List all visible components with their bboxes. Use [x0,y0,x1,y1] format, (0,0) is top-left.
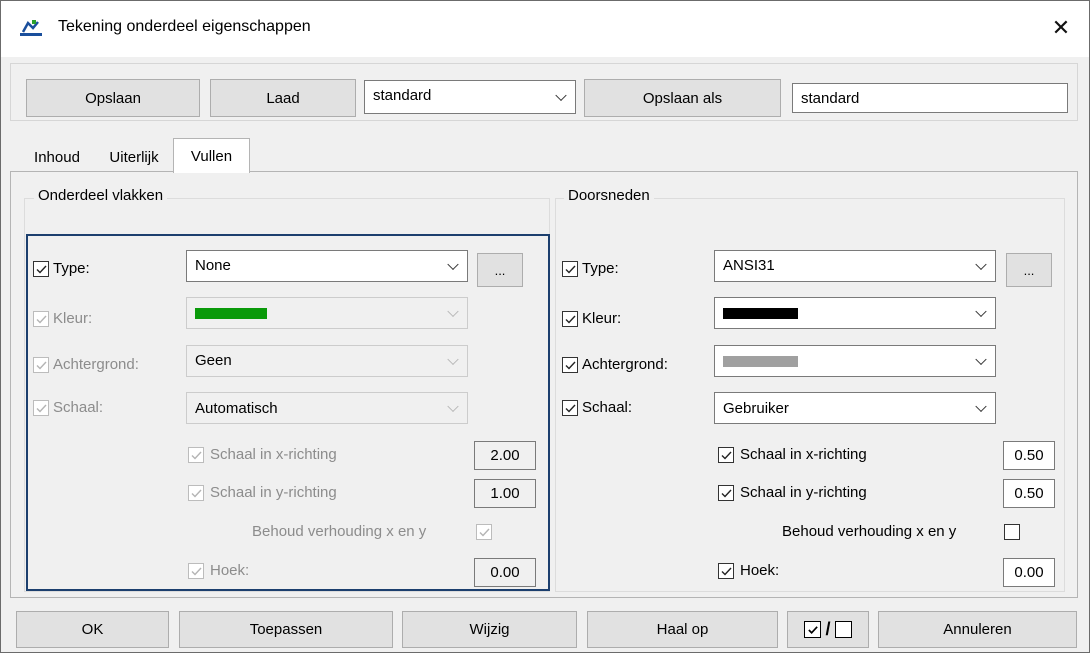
right-background-checkbox[interactable] [562,357,578,373]
tab-uiterlijk[interactable]: Uiterlijk [96,140,172,174]
right-angle-label: Hoek: [740,562,780,579]
toggle-all-checks-button[interactable]: / [787,611,869,648]
right-scale-label: Schaal: [582,399,633,416]
checkmark-icon [721,567,732,576]
checkmark-icon [721,489,732,498]
unchecked-box-icon [834,621,852,638]
apply-button[interactable]: Toepassen [179,611,393,648]
checked-box-icon [804,621,822,638]
right-scale-value: Gebruiker [723,399,789,417]
right-keep-ratio-label: Behoud verhouding x en y [782,523,957,540]
right-scale-y-input[interactable]: 0.50 [1003,479,1055,508]
right-scale-x-input[interactable]: 0.50 [1003,441,1055,470]
right-angle-checkbox[interactable] [718,563,734,579]
highlight-frame [26,234,550,591]
right-type-value: ANSI31 [723,257,775,274]
modify-button[interactable]: Wijzig [402,611,577,648]
cancel-button[interactable]: Annuleren [878,611,1077,648]
fetch-button[interactable]: Haal op [587,611,778,648]
doorsneden-legend: Doorsneden [564,187,654,204]
right-background-select[interactable] [714,345,996,377]
right-color-checkbox[interactable] [562,311,578,327]
right-type-more-button[interactable]: ... [1006,253,1052,287]
save-as-button[interactable]: Opslaan als [584,79,781,117]
checkmark-icon [565,265,576,274]
right-scale-x-label: Schaal in x-richting [740,446,867,463]
right-scale-x-checkbox[interactable] [718,447,734,463]
right-color-swatch [723,308,798,320]
checkmark-icon [565,404,576,413]
right-keep-ratio-checkbox[interactable] [1004,524,1020,540]
checkmark-icon [721,451,732,460]
right-type-checkbox[interactable] [562,261,578,277]
right-color-label: Kleur: [582,310,622,327]
right-scale-select[interactable]: Gebruiker [714,392,996,424]
save-as-name-input[interactable]: standard [792,83,1068,113]
right-background-label: Achtergrond: [582,356,668,373]
right-type-select[interactable]: ANSI31 [714,250,996,282]
right-scale-y-label: Schaal in y-richting [740,484,867,501]
right-type-label: Type: [582,260,619,277]
load-button[interactable]: Laad [210,79,356,117]
app-logo-icon [20,20,42,38]
right-scale-checkbox[interactable] [562,400,578,416]
ok-button[interactable]: OK [16,611,169,648]
save-button[interactable]: Opslaan [26,79,200,117]
checkmark-icon [565,315,576,324]
toggle-slash: / [825,619,831,639]
tab-inhoud[interactable]: Inhoud [22,140,92,174]
right-background-swatch [723,356,798,368]
close-icon[interactable]: ✕ [1046,13,1076,43]
onderdeel-vlakken-legend: Onderdeel vlakken [34,187,168,204]
window-title: Tekening onderdeel eigenschappen [58,18,311,35]
checkmark-icon [565,361,576,370]
tab-vullen[interactable]: Vullen [173,138,250,173]
right-scale-y-checkbox[interactable] [718,485,734,501]
right-color-select[interactable] [714,297,996,329]
right-angle-input[interactable]: 0.00 [1003,558,1055,587]
profile-select[interactable]: standard [364,80,576,114]
profile-select-value: standard [373,87,432,104]
